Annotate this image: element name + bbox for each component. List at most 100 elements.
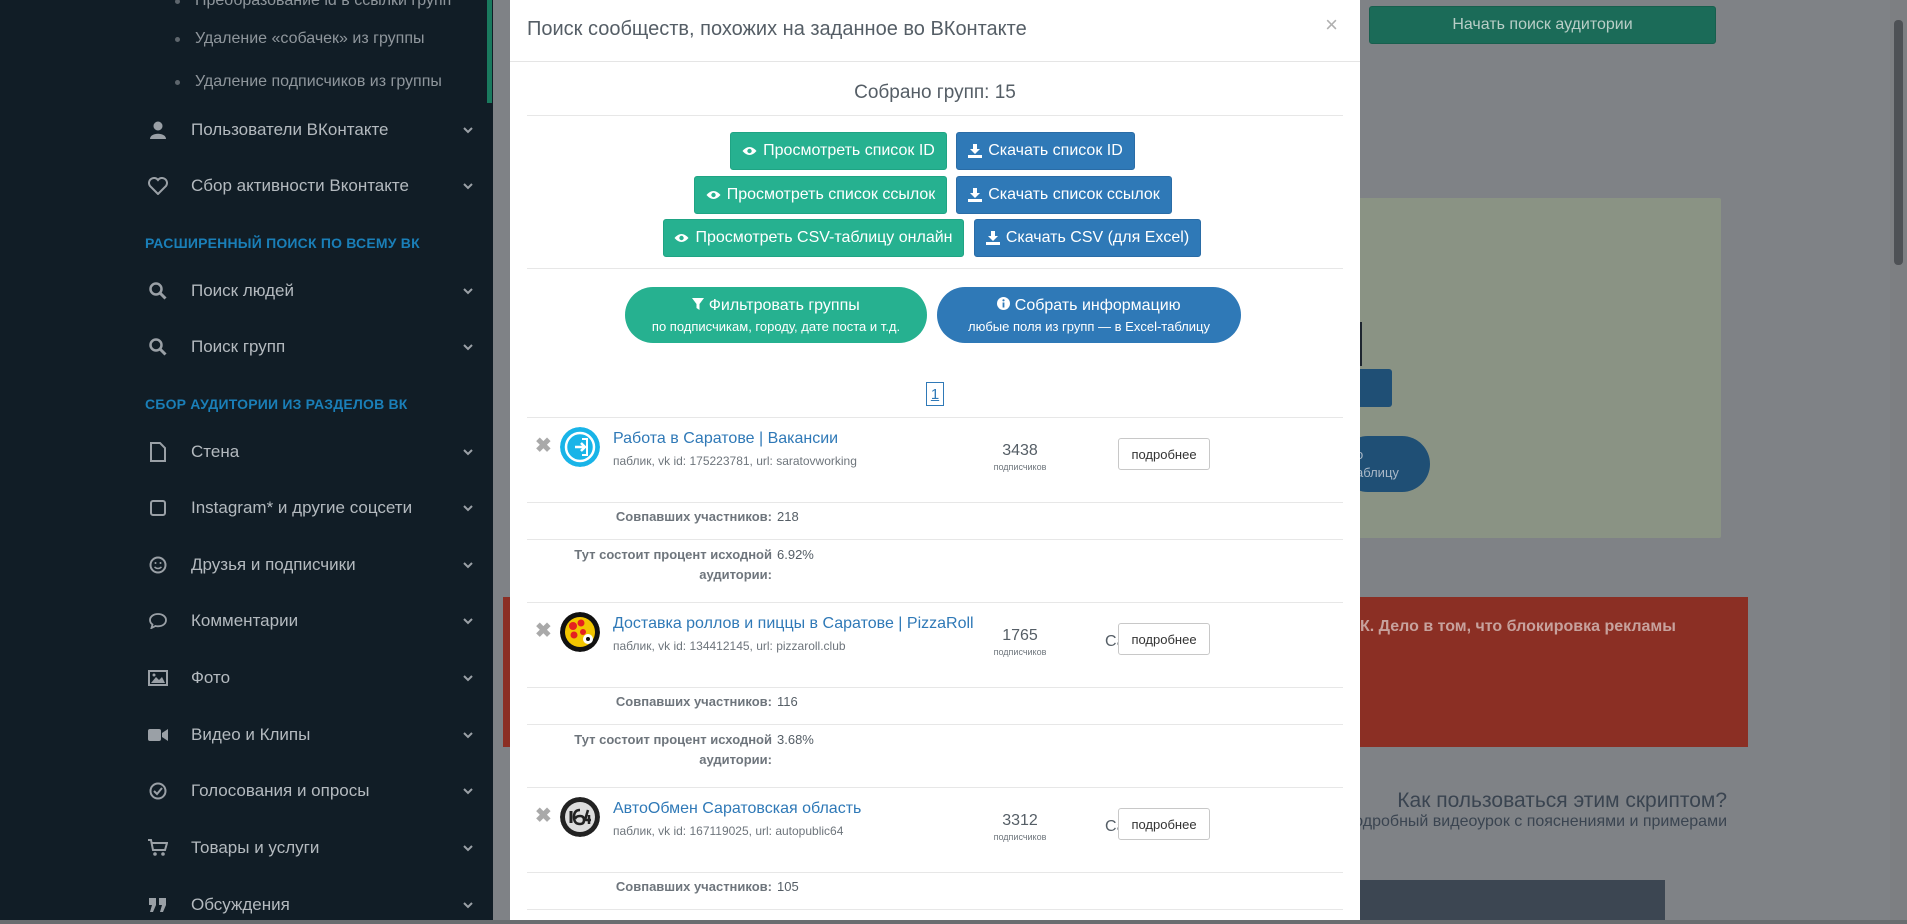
sidebar-section-extended-search: РАСШИРЕННЫЙ ПОИСК ПО ВСЕМУ ВК (145, 235, 420, 251)
sidebar-item-activity[interactable]: Сбор активности Вконтакте (145, 171, 475, 201)
group-meta: паблик, vk id: 167119025, url: autopubli… (613, 824, 844, 838)
chevron-down-icon (463, 344, 473, 351)
sidebar-item-instagram[interactable]: Instagram* и другие соцсети (145, 493, 475, 523)
collect-info-button[interactable]: Собрать информацию любые поля из групп —… (937, 287, 1241, 343)
sidebar-item-video[interactable]: Видео и Клипы (145, 720, 475, 750)
search-icon (145, 338, 171, 356)
filter-groups-button[interactable]: Фильтровать группы по подписчикам, город… (625, 287, 927, 343)
pagination-page-1[interactable]: 1 (926, 382, 944, 406)
sidebar-item-label: Поиск людей (191, 281, 294, 300)
modal-header: Поиск сообществ, похожих на заданное во … (510, 0, 1360, 62)
collect-title-row: Собрать информацию (937, 296, 1241, 315)
download-links-button[interactable]: Скачать список ссылок (956, 176, 1172, 214)
view-csv-button[interactable]: Просмотреть CSV-таблицу онлайн (663, 219, 964, 257)
remove-group-icon[interactable]: ✖ (535, 433, 552, 458)
sidebar-item-label: Фото (191, 668, 231, 687)
sidebar-item-label: Обсуждения (191, 895, 290, 914)
collect-title: Собрать информацию (1014, 296, 1181, 314)
percent-label: Тут состоит процент исходной аудитории: (574, 732, 772, 767)
chevron-down-icon (463, 788, 473, 795)
view-ids-label: Просмотреть список ID (763, 142, 935, 159)
more-details-button[interactable]: подробнее (1118, 808, 1210, 840)
modal-title: Поиск сообществ, похожих на заданное во … (527, 18, 1027, 40)
bg-pill-line2: аблицу (1356, 465, 1399, 480)
more-details-button[interactable]: подробнее (1118, 438, 1210, 470)
quote-icon (145, 897, 171, 913)
matched-label: Совпавших участников: (615, 694, 772, 709)
percent-label: Тут состоит процент исходной аудитории: (574, 547, 772, 582)
filter-title: Фильтровать группы (708, 296, 860, 314)
sidebar-subitem-remove-subscribers[interactable]: Удаление подписчиков из группы (175, 73, 442, 91)
sidebar-item-vk-users[interactable]: Пользователи ВКонтакте (145, 115, 475, 145)
divider (527, 268, 1343, 269)
remove-group-icon[interactable]: ✖ (535, 618, 552, 643)
info-icon (997, 296, 1011, 310)
divider (527, 115, 1343, 116)
sidebar-item-label: Стена (191, 442, 240, 461)
sidebar-item-goods[interactable]: Товары и услуги (145, 833, 475, 863)
sidebar-subitem-remove-dogs[interactable]: Удаление «собачек» из группы (175, 30, 425, 48)
divider (527, 909, 1343, 910)
sidebar-section-audience: СБОР АУДИТОРИИ ИЗ РАЗДЕЛОВ ВК (145, 396, 408, 412)
sidebar-item-label: Сбор активности Вконтакте (191, 176, 409, 195)
view-links-button[interactable]: Просмотреть список ссылок (694, 176, 947, 214)
matched-value: 218 (777, 509, 799, 524)
check-circle-icon (145, 782, 171, 800)
divider (527, 687, 1343, 688)
sidebar-item-label: Instagram* и другие соцсети (191, 498, 413, 517)
group-name-link[interactable]: Работа в Саратове | Вакансии (613, 430, 838, 448)
help-title: Как пользоваться этим скриптом? (1397, 789, 1727, 812)
more-details-button[interactable]: подробнее (1118, 623, 1210, 655)
sidebar-item-label: Поиск групп (191, 337, 286, 356)
view-links-label: Просмотреть список ссылок (726, 186, 936, 203)
sidebar-item-label: Видео и Клипы (191, 725, 311, 744)
group-name-link[interactable]: АвтоОбмен Саратовская область (613, 800, 861, 818)
group-subscribers: 1765 подписчиков (980, 627, 1060, 657)
chevron-down-icon (463, 288, 473, 295)
remove-group-icon[interactable]: ✖ (535, 803, 552, 828)
view-ids-button[interactable]: Просмотреть список ID (730, 132, 947, 170)
sidebar-item-photo[interactable]: Фото (145, 663, 475, 693)
page-scrollbar[interactable] (1890, 0, 1907, 924)
sidebar-item-groups-search[interactable]: Поиск групп (145, 332, 475, 362)
group-name-link[interactable]: Доставка роллов и пиццы в Саратове | Piz… (613, 615, 974, 633)
sidebar-item-label: Комментарии (191, 611, 299, 630)
divider (527, 539, 1343, 540)
percent-value: 3.68% (777, 732, 814, 747)
chevron-down-icon (463, 675, 473, 682)
close-icon[interactable]: × (1325, 12, 1338, 38)
user-icon (145, 121, 171, 139)
image-icon (145, 670, 171, 686)
filter-icon (692, 297, 705, 310)
download-csv-button[interactable]: Скачать CSV (для Excel) (974, 219, 1201, 257)
comment-icon (145, 613, 171, 629)
matched-label: Совпавших участников: (615, 509, 772, 524)
sidebar-item-wall[interactable]: Стена (145, 437, 475, 467)
sidebar-item-comments[interactable]: Комментарии (145, 606, 475, 636)
sidebar-item-label: Голосования и опросы (191, 781, 370, 800)
sidebar-item-discussions[interactable]: Обсуждения (145, 890, 475, 920)
group-avatar (560, 612, 600, 652)
sidebar-active-indicator (487, 0, 492, 103)
subscribers-label: подписчиков (993, 647, 1047, 657)
percent-value: 6.92% (777, 547, 814, 562)
chevron-down-icon (463, 845, 473, 852)
sidebar-item-polls[interactable]: Голосования и опросы (145, 776, 475, 806)
collected-count: Собрано групп: 15 (854, 82, 1016, 103)
video-icon (145, 728, 171, 742)
divider (527, 872, 1343, 873)
heart-icon (145, 177, 171, 195)
document-icon (145, 442, 171, 462)
scrollbar-thumb[interactable] (1894, 20, 1903, 265)
download-ids-button[interactable]: Скачать список ID (956, 132, 1135, 170)
matched-value: 116 (777, 694, 798, 709)
sidebar-item-label: Друзья и подписчики (191, 555, 356, 574)
chevron-down-icon (463, 902, 473, 909)
eye-icon (742, 147, 757, 155)
eye-icon (674, 234, 689, 242)
view-csv-label: Просмотреть CSV-таблицу онлайн (695, 229, 953, 246)
sidebar-item-people-search[interactable]: Поиск людей (145, 276, 475, 306)
sidebar-item-friends[interactable]: Друзья и подписчики (145, 550, 475, 580)
window-bottom-edge (0, 920, 1907, 924)
sidebar-subitem-id-to-links[interactable]: Преобразование id в ссылки групп (174, 0, 451, 10)
